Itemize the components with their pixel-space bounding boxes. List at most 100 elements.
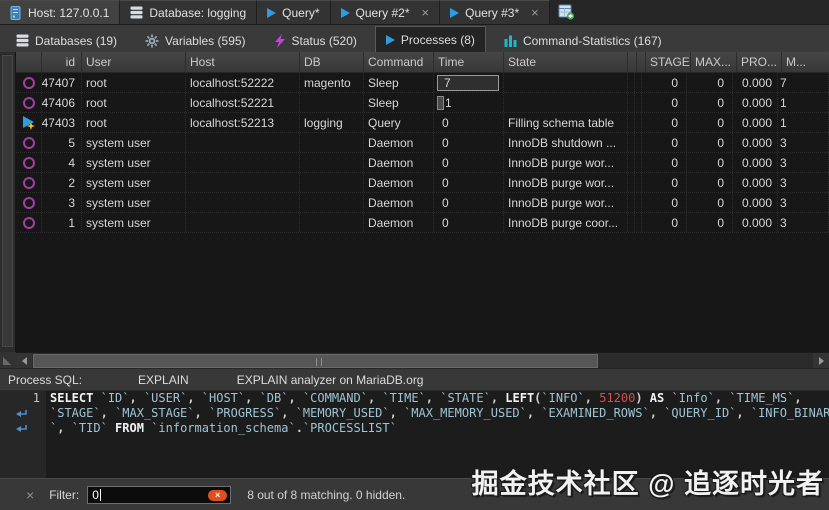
cell-stage: 0: [642, 173, 687, 192]
table-row-process-3[interactable]: 3system userDaemon0InnoDB purge wor...00…: [16, 193, 829, 213]
close-icon[interactable]: ×: [531, 6, 539, 19]
line-number: 1: [33, 391, 46, 406]
tab-query-3[interactable]: Query #3* ×: [440, 0, 550, 24]
clear-filter-icon[interactable]: ×: [26, 487, 34, 503]
column-header-stage[interactable]: STAGE: [646, 52, 691, 72]
tab-query-1[interactable]: Query*: [257, 0, 330, 24]
cell-max_stage: 0: [687, 133, 733, 152]
column-header-blank-9[interactable]: [637, 52, 646, 72]
tab-query-2-label: Query #2*: [356, 6, 410, 20]
table-row-process-47406[interactable]: 47406rootlocalhost:52221Sleep1000.0001: [16, 93, 829, 113]
tab-status[interactable]: Status (520): [264, 29, 367, 52]
process-sql-label: Process SQL:: [8, 373, 82, 387]
cell-blank-0: [16, 153, 42, 172]
column-header-blank-0[interactable]: [16, 52, 42, 72]
new-query-tab-icon: [558, 4, 575, 20]
sleep-process-icon: [23, 137, 35, 149]
cell-memory: 3: [778, 133, 829, 152]
running-query-icon: [23, 116, 35, 129]
column-header-time[interactable]: Time: [434, 52, 504, 72]
tab-variables-label: Variables (595): [165, 34, 245, 48]
cell-host: localhost:52213: [186, 113, 300, 132]
vertical-scrollbar[interactable]: [0, 52, 16, 352]
table-row-process-47403[interactable]: 47403rootlocalhost:52213loggingQuery0Fil…: [16, 113, 829, 133]
cell-db: [300, 193, 364, 212]
tab-query-2[interactable]: Query #2* ×: [331, 0, 441, 24]
tab-variables[interactable]: Variables (595): [135, 29, 255, 52]
column-header-memory[interactable]: M...: [782, 52, 829, 72]
cell-time: 0: [434, 193, 504, 212]
tab-command-statistics[interactable]: Command-Statistics (167): [494, 29, 672, 52]
cell-user: system user: [82, 153, 186, 172]
lightning-icon: [274, 34, 286, 48]
explain-analyzer-button[interactable]: EXPLAIN analyzer on MariaDB.org: [237, 373, 424, 387]
horizontal-scrollbar-thumb[interactable]: [33, 354, 598, 368]
sql-code-text: `, `TID` FROM `information_schema`.`PROC…: [46, 421, 397, 436]
cell-blank-0: [16, 93, 42, 112]
cell-id: 2: [42, 173, 82, 192]
cell-progress: 0.000: [733, 113, 778, 132]
cell-host: [186, 173, 300, 192]
cell-blank-8: [628, 213, 635, 232]
cell-state: InnoDB purge wor...: [504, 193, 628, 212]
tab-database[interactable]: Database: logging: [120, 0, 257, 24]
column-header-state[interactable]: State: [504, 52, 628, 72]
new-query-tab-button[interactable]: [550, 0, 583, 24]
column-header-host[interactable]: Host: [186, 52, 300, 72]
clear-input-button[interactable]: ×: [208, 490, 227, 501]
cell-user: system user: [82, 173, 186, 192]
cell-blank-9: [635, 153, 642, 172]
database-icon: [130, 6, 143, 19]
vertical-scrollbar-thumb[interactable]: [2, 55, 13, 347]
cell-progress: 0.000: [733, 133, 778, 152]
cell-blank-9: [635, 213, 642, 232]
cell-id: 47407: [42, 73, 82, 92]
column-header-id[interactable]: id: [42, 52, 82, 72]
column-header-db[interactable]: DB: [300, 52, 364, 72]
column-header-command[interactable]: Command: [364, 52, 434, 72]
table-row-process-47407[interactable]: 47407rootlocalhost:52222magentoSleep7000…: [16, 73, 829, 93]
table-row-process-1[interactable]: 1system userDaemon0InnoDB purge coor...0…: [16, 213, 829, 233]
tab-processes[interactable]: Processes (8): [375, 26, 486, 52]
cell-progress: 0.000: [733, 73, 778, 92]
column-header-max_stage[interactable]: MAX...: [691, 52, 737, 72]
time-bar: [437, 96, 444, 110]
cell-host: localhost:52222: [186, 73, 300, 92]
column-header-progress[interactable]: PRO...: [737, 52, 782, 72]
cell-state: [504, 73, 628, 92]
cell-stage: 0: [642, 193, 687, 212]
cell-user: root: [82, 93, 186, 112]
table-row-process-4[interactable]: 4system userDaemon0InnoDB purge wor...00…: [16, 153, 829, 173]
cell-blank-0: [16, 113, 42, 132]
cell-stage: 0: [642, 113, 687, 132]
table-row-process-2[interactable]: 2system userDaemon0InnoDB purge wor...00…: [16, 173, 829, 193]
tab-databases-label: Databases (19): [35, 34, 117, 48]
cell-blank-8: [628, 113, 635, 132]
cell-host: [186, 133, 300, 152]
cell-id: 47406: [42, 93, 82, 112]
close-icon[interactable]: ×: [422, 6, 430, 19]
column-header-blank-8[interactable]: [628, 52, 637, 72]
tab-databases[interactable]: Databases (19): [6, 29, 127, 52]
cell-time: 0: [434, 113, 504, 132]
main-tab-bar: Host: 127.0.0.1 Database: logging Query*…: [0, 0, 829, 25]
play-icon: [267, 8, 276, 18]
play-icon: [450, 8, 459, 18]
horizontal-scrollbar[interactable]: [0, 352, 829, 368]
cell-db: magento: [300, 73, 364, 92]
column-header-user[interactable]: User: [82, 52, 186, 72]
cell-id: 4: [42, 153, 82, 172]
cell-max_stage: 0: [687, 193, 733, 212]
cell-max_stage: 0: [687, 173, 733, 192]
scroll-right-arrow[interactable]: [813, 353, 829, 369]
filter-input[interactable]: 0 ×: [87, 486, 231, 504]
scroll-left-arrow[interactable]: [16, 353, 32, 369]
cell-memory: 1: [778, 93, 829, 112]
explain-button[interactable]: EXPLAIN: [138, 373, 189, 387]
tab-host[interactable]: Host: 127.0.0.1: [0, 0, 120, 24]
cell-command: Daemon: [364, 213, 434, 232]
cell-blank-0: [16, 73, 42, 92]
cell-max_stage: 0: [687, 153, 733, 172]
cell-stage: 0: [642, 133, 687, 152]
table-row-process-5[interactable]: 5system userDaemon0InnoDB shutdown ...00…: [16, 133, 829, 153]
